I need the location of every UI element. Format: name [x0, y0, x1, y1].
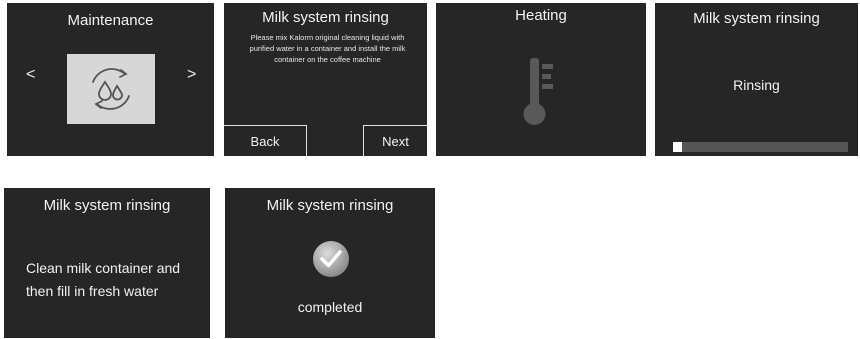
milk-rinse-icon — [92, 68, 130, 110]
status-text: Rinsing — [733, 77, 780, 93]
screen-title: Milk system rinsing — [266, 197, 394, 214]
progress-bar — [673, 142, 848, 152]
checkmark-icon — [313, 241, 349, 277]
next-button[interactable]: Next — [363, 125, 427, 156]
milk-rinse-tile[interactable] — [67, 54, 155, 124]
back-button[interactable]: Back — [224, 125, 307, 156]
screen-title: Heating — [515, 7, 567, 24]
instruction-line-2: then fill in fresh water — [26, 283, 159, 299]
rinse-instruction-screen: Milk system rinsing Please mix Kalorm or… — [224, 3, 427, 156]
prev-arrow-button[interactable]: < — [26, 66, 35, 84]
screen-title: Milk system rinsing — [262, 9, 389, 26]
rinsing-screen: Milk system rinsing Rinsing — [655, 3, 858, 156]
completed-screen: Milk system rinsing completed — [225, 188, 435, 338]
thermometer-icon — [523, 58, 553, 125]
instruction-line-1: Clean milk container and — [26, 260, 181, 276]
instruction-text: Clean milk container and then fill in fr… — [26, 257, 180, 303]
heating-screen: Heating — [436, 3, 646, 156]
clean-container-screen: Milk system rinsing Clean milk container… — [4, 188, 210, 338]
status-text: completed — [297, 299, 363, 315]
maintenance-screen: Maintenance < > — [7, 3, 214, 156]
next-arrow-button[interactable]: > — [187, 66, 196, 84]
instruction-text: Please mix Kalorm original cleaning liqu… — [249, 33, 406, 64]
progress-fill — [673, 142, 682, 152]
screen-title: Milk system rinsing — [693, 10, 820, 27]
screen-title: Milk system rinsing — [43, 197, 171, 214]
screen-title: Maintenance — [67, 12, 154, 29]
